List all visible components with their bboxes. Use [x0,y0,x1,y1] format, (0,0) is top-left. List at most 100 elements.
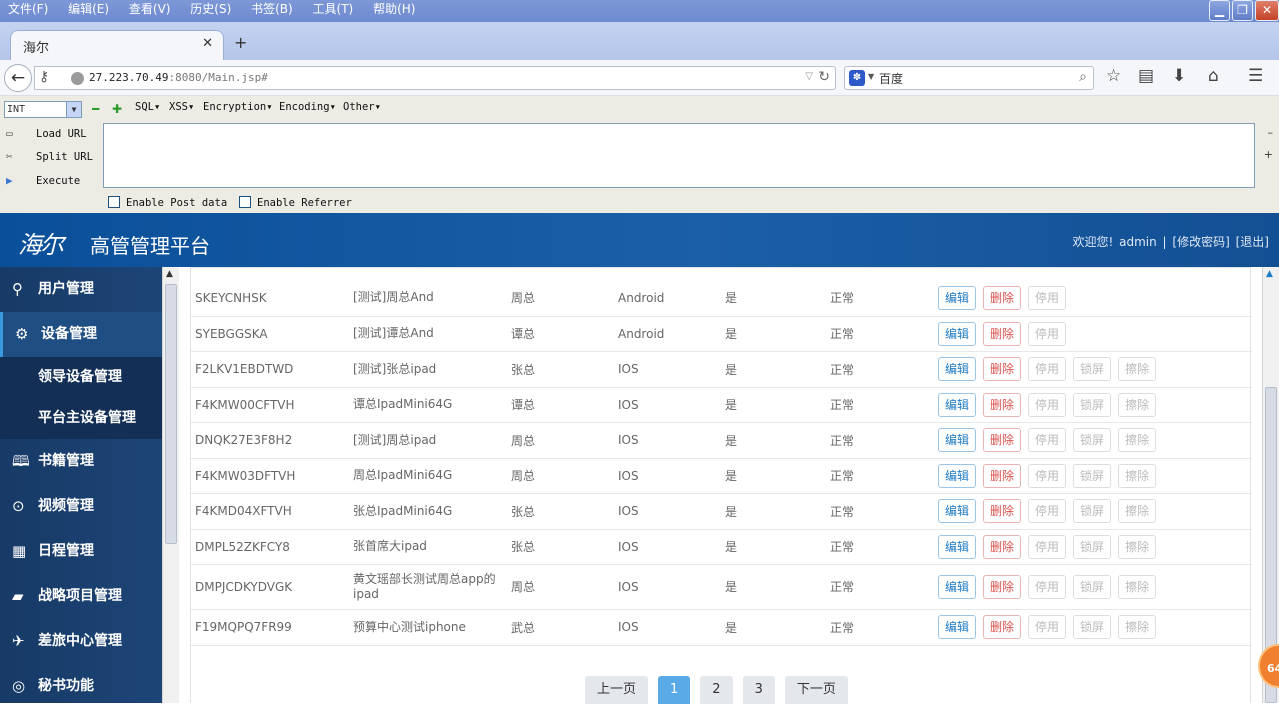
new-tab-button[interactable]: + [234,33,247,52]
encryption-menu[interactable]: Encryption▾ [203,101,273,113]
expand-icon[interactable]: + [1264,148,1273,161]
delete-button[interactable]: 删除 [983,615,1022,639]
delete-button[interactable]: 删除 [983,463,1022,488]
scroll-up-icon[interactable]: ▲ [1266,269,1273,279]
sidebar-item-books[interactable]: 🕮 书籍管理 [0,439,162,484]
download-icon[interactable]: ⬇ [1172,66,1186,86]
xss-menu[interactable]: XSS▾ [169,101,194,113]
delete-button[interactable]: 删除 [983,357,1022,381]
encoding-menu[interactable]: Encoding▾ [279,101,336,113]
next-page-button[interactable]: 下一页 [784,676,848,704]
change-password-link[interactable]: [修改密码] [1172,235,1229,249]
sql-menu[interactable]: SQL▾ [135,101,160,113]
menu-view[interactable]: 查看(V) [121,0,171,18]
sidebar-item-strategy[interactable]: ▰ 战略项目管理 [0,574,162,619]
sidebar-item-users[interactable]: ⚲ 用户管理 [0,267,162,312]
plus-icon[interactable]: ✚ [112,102,122,116]
load-url-button[interactable]: ▭ Load URL [6,127,87,140]
page-3-button[interactable]: 3 [742,676,775,704]
scroll-up-icon[interactable]: ▲ [166,269,173,279]
disable-button[interactable]: 停用 [1028,463,1067,488]
search-bar[interactable]: ✽ ▼ 百度 ⌕ [844,66,1094,90]
type-select[interactable]: INT ▼ [4,101,82,118]
logout-link[interactable]: [退出] [1236,235,1269,249]
execute-button[interactable]: ▶ Execute [6,174,80,187]
sidebar-item-devices[interactable]: ⚙ 设备管理 [0,312,162,357]
edit-button[interactable]: 编辑 [938,321,977,346]
sidebar-item-schedule[interactable]: ▦ 日程管理 [0,529,162,574]
delete-button[interactable]: 删除 [983,534,1022,559]
disable-button[interactable]: 停用 [1028,321,1067,346]
home-icon[interactable]: ⌂ [1208,66,1219,86]
disable-button[interactable]: 停用 [1028,285,1067,310]
split-url-button[interactable]: ✂ Split URL [6,150,93,163]
lock-screen-button[interactable]: 锁屏 [1073,574,1112,599]
dropdown-icon[interactable]: ▽ [805,71,813,82]
wipe-button[interactable]: 擦除 [1118,428,1157,452]
menu-tools[interactable]: 工具(T) [305,0,354,18]
sidebar-subitem-platform-devices[interactable]: 平台主设备管理 [0,398,162,439]
edit-button[interactable]: 编辑 [938,463,977,488]
minimize-button[interactable]: ▁ [1209,0,1230,21]
sidebar-item-travel[interactable]: ✈ 差旅中心管理 [0,619,162,664]
menu-edit[interactable]: 编辑(E) [60,0,109,18]
restore-button[interactable]: ❐ [1232,0,1253,21]
page-2-button[interactable]: 2 [700,676,733,704]
reload-icon[interactable]: ↻ [818,69,830,85]
bookmark-star-icon[interactable]: ☆ [1106,66,1121,86]
disable-button[interactable]: 停用 [1028,428,1067,452]
post-data-checkbox[interactable]: Enable Post data [108,196,227,209]
menu-history[interactable]: 历史(S) [182,0,231,18]
menu-help[interactable]: 帮助(H) [365,0,415,18]
edit-button[interactable]: 编辑 [938,534,977,559]
referrer-checkbox[interactable]: Enable Referrer [239,196,352,209]
sidebar-item-secretary[interactable]: ◎ 秘书功能 [0,664,162,709]
checkbox-icon[interactable] [108,196,120,208]
delete-button[interactable]: 删除 [983,428,1022,452]
lock-screen-button[interactable]: 锁屏 [1073,534,1112,559]
wipe-button[interactable]: 擦除 [1118,392,1157,417]
main-scrollbar[interactable]: ▲ [1262,267,1279,703]
reading-list-icon[interactable]: ▤ [1138,66,1154,86]
sidebar-subitem-leader-devices[interactable]: 领导设备管理 [0,357,162,398]
delete-button[interactable]: 删除 [983,321,1022,346]
sidebar-scrollbar[interactable]: ▲ [162,267,179,703]
url-bar[interactable]: ⚷ 27.223.70.49:8080/Main.jsp# ▽ ↻ [34,66,836,90]
edit-button[interactable]: 编辑 [938,499,977,523]
other-menu[interactable]: Other▾ [343,101,381,113]
menu-icon[interactable]: ☰ [1248,66,1263,86]
disable-button[interactable]: 停用 [1028,357,1067,381]
menu-bookmarks[interactable]: 书签(B) [243,0,293,18]
lock-screen-button[interactable]: 锁屏 [1073,392,1112,417]
wipe-button[interactable]: 擦除 [1118,574,1157,599]
disable-button[interactable]: 停用 [1028,615,1067,639]
minus-icon[interactable]: ━ [92,102,99,116]
wipe-button[interactable]: 擦除 [1118,463,1157,488]
page-1-button[interactable]: 1 [658,676,691,704]
wipe-button[interactable]: 擦除 [1118,499,1157,523]
lock-screen-button[interactable]: 锁屏 [1073,428,1112,452]
url-textarea[interactable] [103,123,1255,188]
shrink-icon[interactable]: – [1268,126,1274,139]
checkbox-icon[interactable] [239,196,251,208]
scrollbar-thumb[interactable] [165,284,177,544]
menu-file[interactable]: 文件(F) [0,0,48,18]
browser-tab[interactable]: 海尔 ✕ [10,30,224,60]
edit-button[interactable]: 编辑 [938,615,977,639]
prev-page-button[interactable]: 上一页 [585,676,649,704]
search-icon[interactable]: ⌕ [1079,69,1087,85]
sidebar-item-videos[interactable]: ⊙ 视频管理 [0,484,162,529]
delete-button[interactable]: 删除 [983,285,1022,310]
edit-button[interactable]: 编辑 [938,428,977,452]
edit-button[interactable]: 编辑 [938,392,977,417]
close-window-button[interactable]: ✕ [1255,0,1279,21]
disable-button[interactable]: 停用 [1028,392,1067,417]
edit-button[interactable]: 编辑 [938,357,977,381]
lock-screen-button[interactable]: 锁屏 [1073,615,1112,639]
disable-button[interactable]: 停用 [1028,574,1067,599]
lock-screen-button[interactable]: 锁屏 [1073,357,1112,381]
edit-button[interactable]: 编辑 [938,285,977,310]
edit-button[interactable]: 编辑 [938,574,977,599]
wipe-button[interactable]: 擦除 [1118,615,1157,639]
lock-screen-button[interactable]: 锁屏 [1073,499,1112,523]
